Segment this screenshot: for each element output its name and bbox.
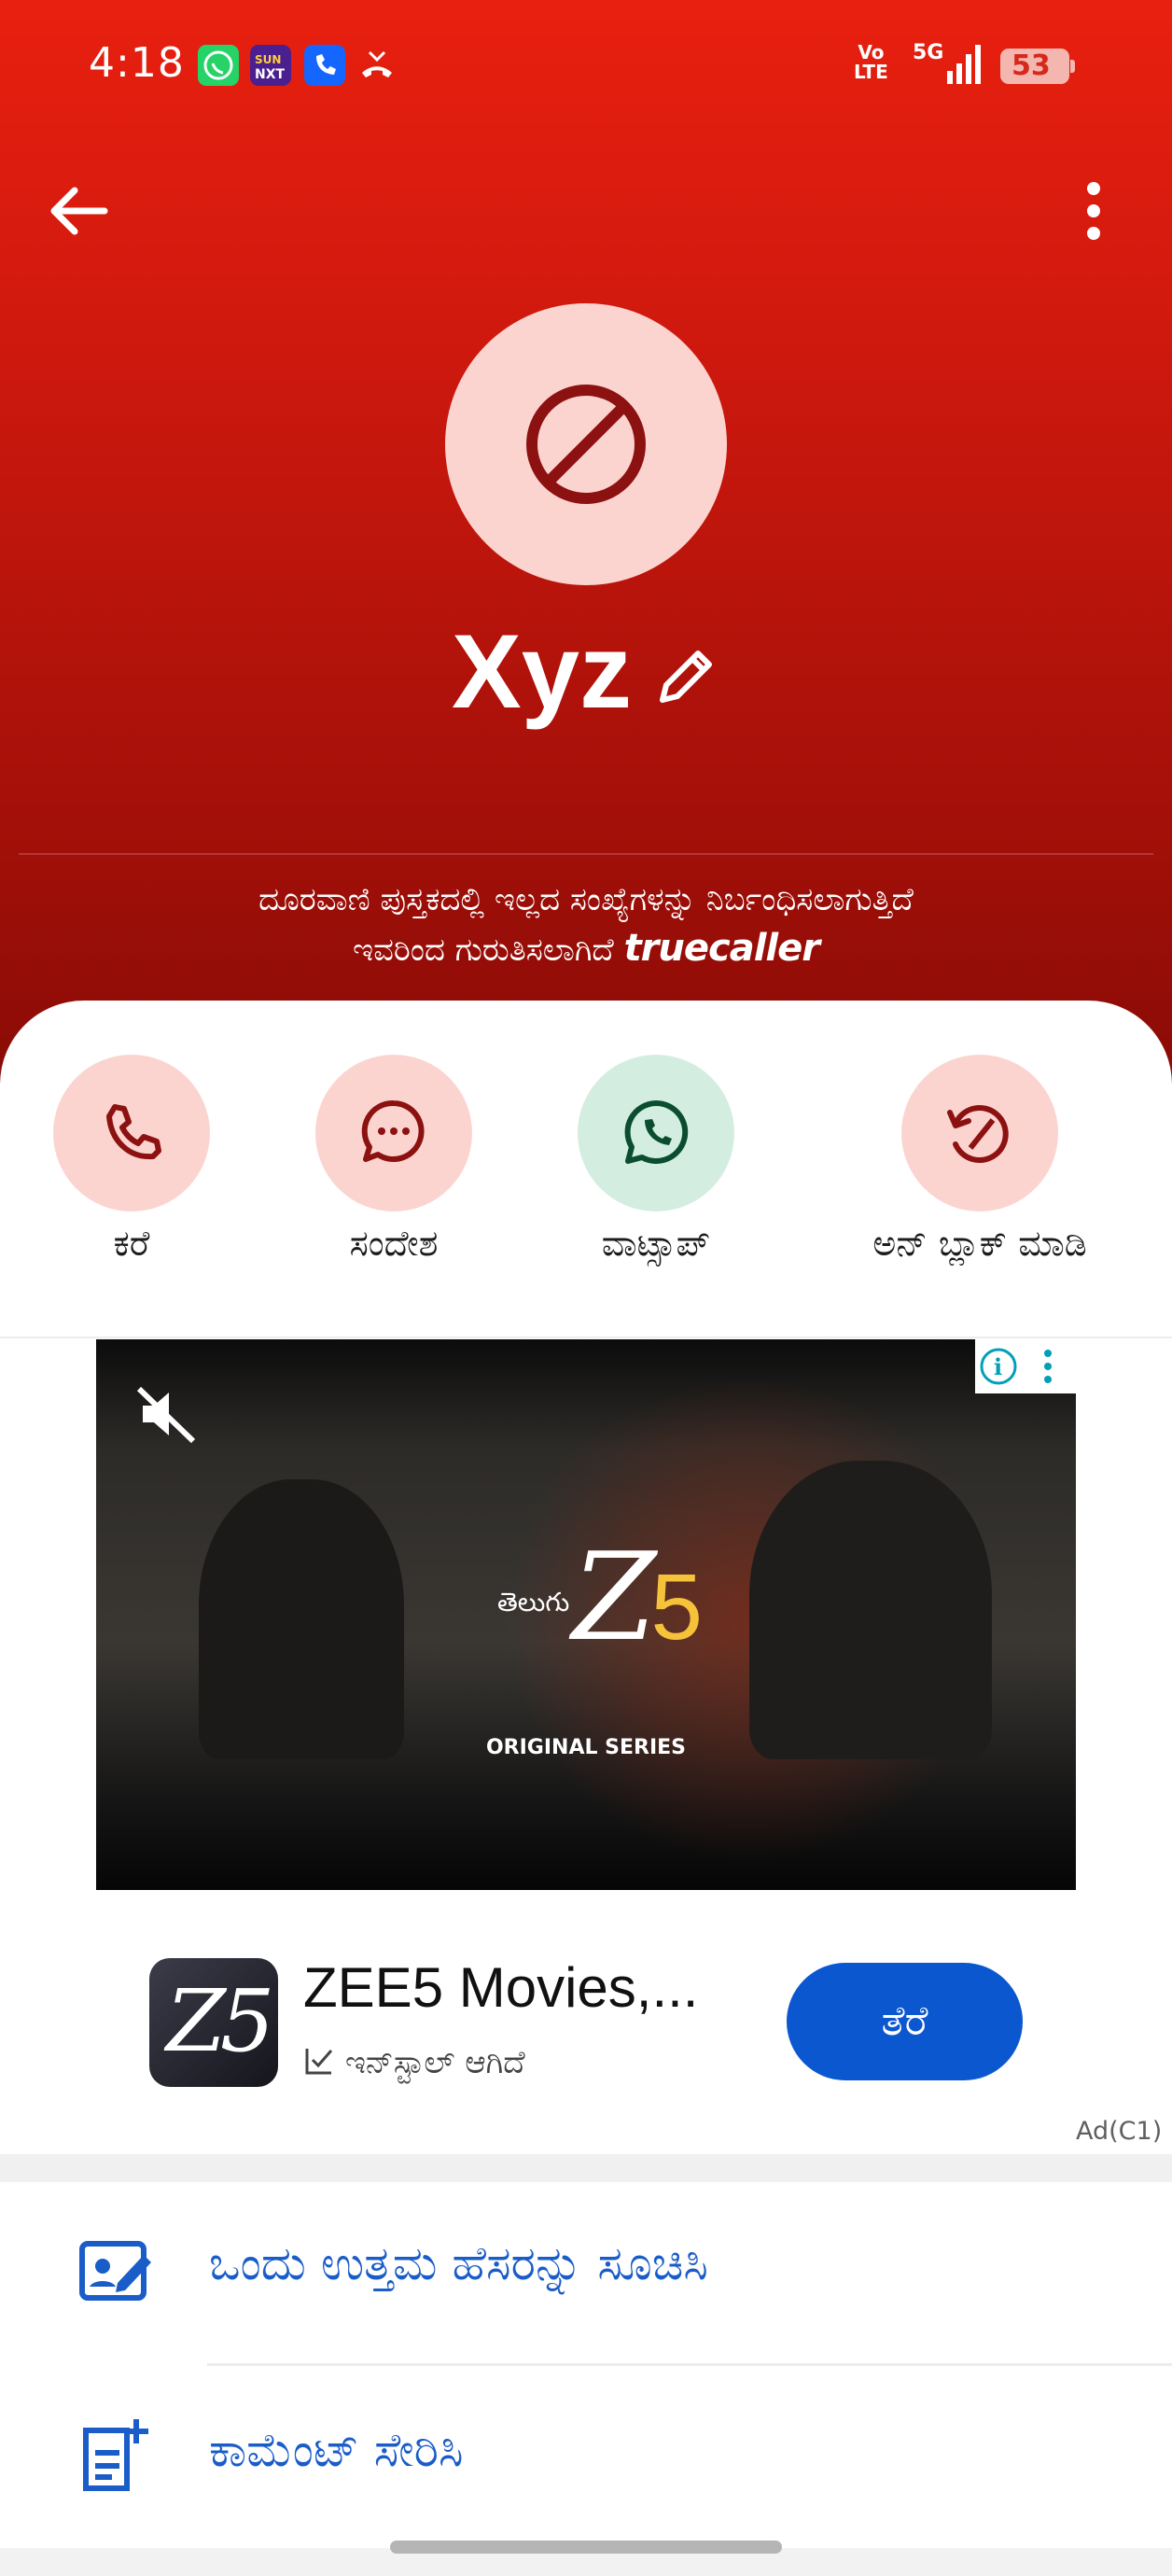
missed-call-notification-icon [356,45,398,86]
section-gap [0,2154,1172,2182]
installed-check-icon [305,2049,333,2075]
option-divider [207,2363,1172,2366]
unblock-button[interactable] [901,1055,1058,1211]
ad-video-language: తెలుగు [497,1587,570,1617]
ad-tag: Ad(C1) [1076,2117,1163,2146]
open-app-button[interactable]: ತೆರೆ [787,1963,1023,2080]
section-divider [0,1337,1172,1338]
truecaller-notification-icon [304,45,345,86]
ad-video-person-left [199,1479,404,1759]
spam-description: ದೂರವಾಣಿ ಪುಸ್ತಕದಲ್ಲಿ ಇಲ್ಲದ ಸಂಖ್ಯೆಗಳನ್ನು ನ… [258,881,914,918]
ad-app-title[interactable]: ZEE5 Movies,... [303,1955,698,2020]
ad-video[interactable]: i తెలుగు Z5 ORIGINAL SERIES [96,1339,1076,1890]
blocked-avatar [445,303,727,585]
call-label: ಕರೆ [113,1223,150,1264]
message-icon [361,1099,425,1162]
call-button[interactable] [53,1055,210,1211]
message-button[interactable] [315,1055,472,1211]
volte-indicator: Vo LTE [854,41,888,83]
back-arrow-icon[interactable] [45,177,112,245]
whatsapp-label: ವಾಟ್ಸಾಪ್ [601,1223,711,1264]
ad-info-panel[interactable]: i [975,1339,1076,1393]
network-type: 5G [913,41,944,64]
sun-nxt-notification-icon: SUN NXT [250,45,291,86]
whatsapp-icon [624,1099,689,1164]
header-divider [19,853,1153,855]
home-gesture-pill[interactable] [390,2541,782,2554]
whatsapp-notification-icon [198,45,239,86]
status-time: 4:18 [89,39,185,87]
zee5-app-logo[interactable]: Z5 [149,1958,278,2087]
add-comment-option[interactable]: ಕಾಮೆಂಟ್ ಸೇರಿಸಿ [209,2423,464,2478]
edit-name-icon[interactable] [653,642,720,709]
ad-video-person-right [749,1461,992,1759]
battery-indicator: 53 [1000,49,1075,84]
unblock-icon [947,1105,1009,1163]
phone-icon [106,1104,161,1160]
block-icon [526,385,646,504]
zee5-video-logo: Z5 [572,1526,703,1668]
svg-text:SUN: SUN [255,53,281,66]
unblock-label: ಅನ್ ಬ್ಲಾಕ್ ಮಾಡಿ [872,1223,1087,1264]
suggest-name-option[interactable]: ಒಂದು ಉತ್ತಮ ಹೆಸರನ್ನು ಸೂಚಿಸಿ [209,2236,708,2291]
truecaller-logo: truecaller [623,927,820,970]
contact-header: 4:18 SUN NXT Vo LTE 5G 53 Xyz ದೂರವಾಣಿ ಪು… [0,0,1172,1083]
mute-icon[interactable] [133,1381,199,1447]
svg-text:NXT: NXT [255,67,286,82]
suggest-name-icon[interactable] [77,2231,157,2311]
message-label: ಸಂದೇಶ [349,1223,439,1264]
contact-name: Xyz [452,613,632,730]
more-options-icon[interactable] [1073,177,1114,245]
identified-by-line: ಇವರಿಂದ ಗುರುತಿಸಲಾಗಿದೆ truecaller [353,927,820,970]
add-comment-icon[interactable] [77,2415,157,2496]
install-status: ಇನ್‌ಸ್ಟಾಲ್ ಆಗಿದೆ [303,2044,525,2081]
ad-video-caption: ORIGINAL SERIES [485,1736,687,1759]
signal-icon [947,45,981,84]
whatsapp-button[interactable] [578,1055,734,1211]
status-bar: 4:18 SUN NXT Vo LTE 5G 53 [0,0,1172,131]
svg-text:i: i [994,1353,1002,1380]
